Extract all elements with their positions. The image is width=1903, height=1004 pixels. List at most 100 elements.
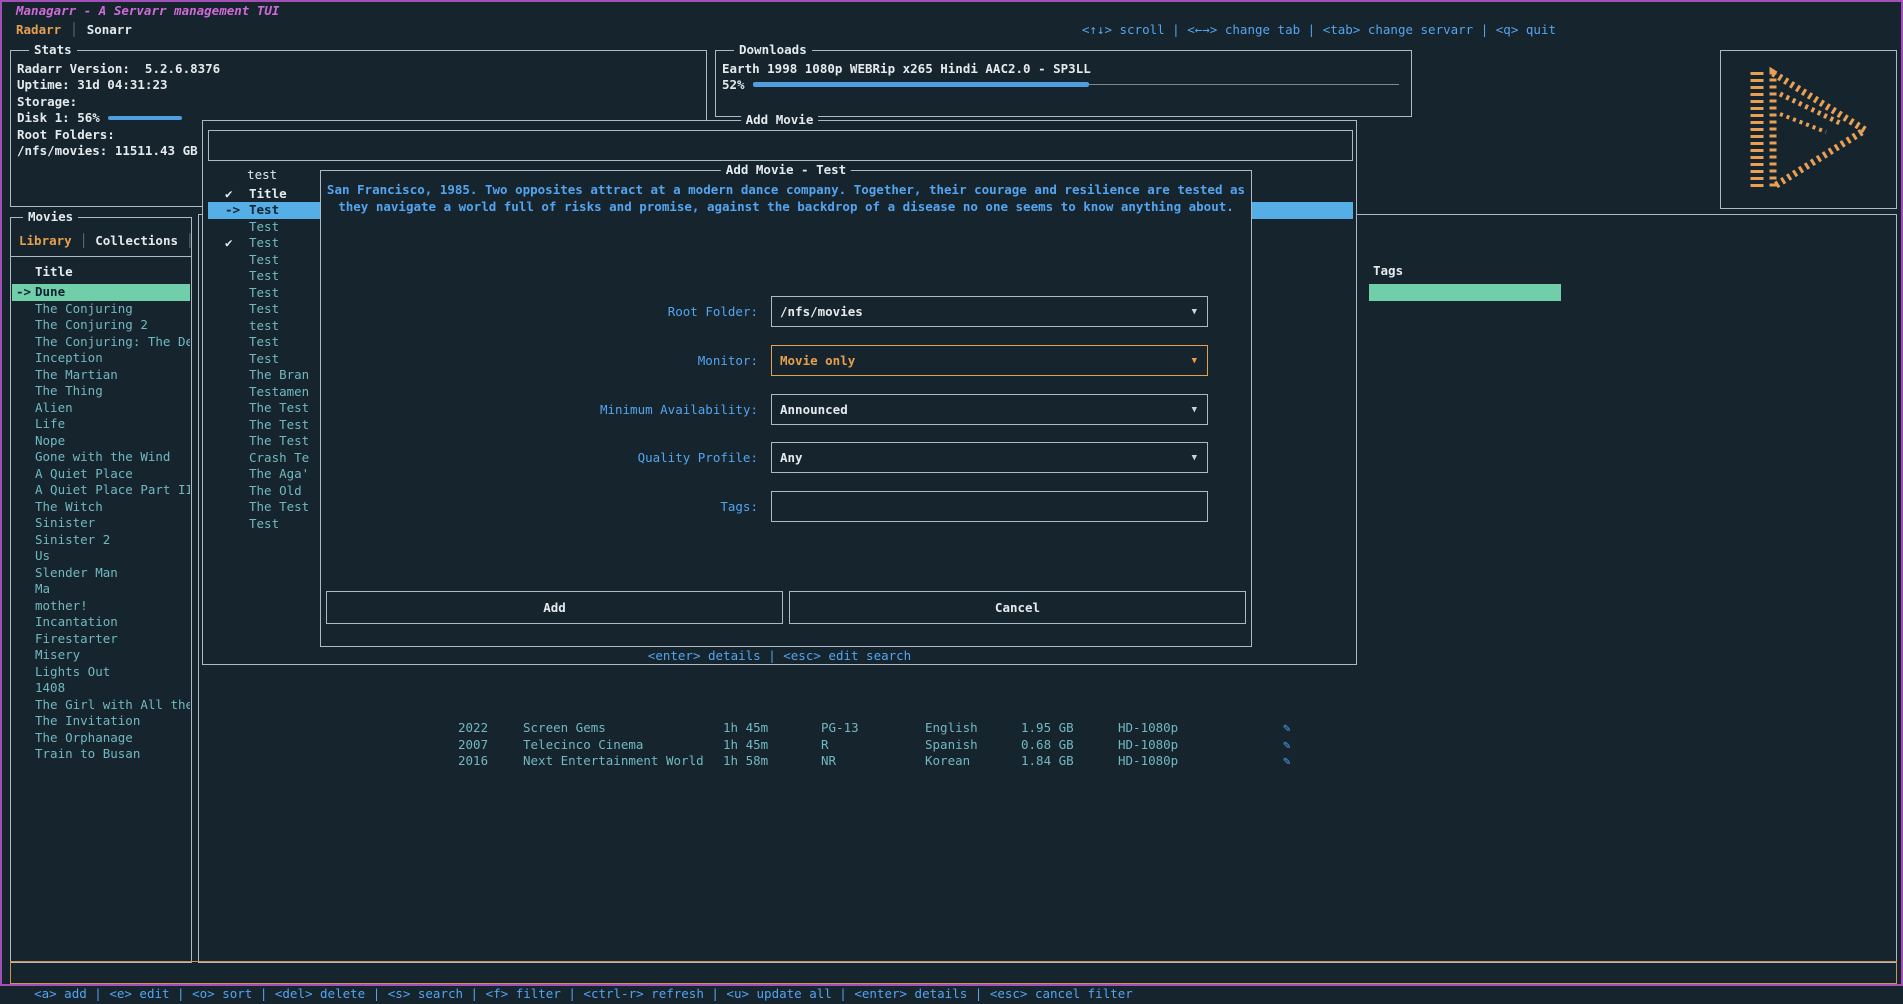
stats-storage-label: Storage:	[17, 94, 698, 110]
download-item-title: Earth 1998 1080p WEBRip x265 Hindi AAC2.…	[722, 61, 1403, 77]
managarr-play-logo-icon	[1744, 60, 1874, 200]
result-title-column-header: Title	[249, 185, 287, 202]
result-title: Test	[249, 235, 279, 252]
downloads-panel-title: Downloads	[734, 42, 812, 57]
movie-title: A Quiet Place	[35, 466, 133, 481]
cancel-button[interactable]: Cancel	[789, 591, 1246, 624]
movie-list-item[interactable]: Slender Man	[12, 565, 190, 582]
add-movie-modal-title: Add Movie - Test	[721, 162, 851, 177]
minimum-availability-label: Minimum Availability:	[321, 402, 758, 417]
root-folder-label: Root Folder:	[321, 304, 758, 319]
movie-list-item[interactable]: The Thing	[12, 383, 190, 400]
quality-profile-value: Any	[772, 450, 803, 465]
movie-title: Sinister	[35, 515, 95, 530]
movie-table-row[interactable]: 2007Telecinco Cinema1h 45mRSpanish0.68 G…	[199, 736, 1896, 753]
movie-search-input[interactable]: test	[208, 130, 1353, 161]
stats-version: Radarr Version: 5.2.6.8376	[17, 61, 698, 77]
movie-list-item[interactable]: Sinister 2	[12, 532, 190, 549]
movie-runtime: 1h 45m	[723, 719, 768, 736]
movie-list-item[interactable]: The Conjuring	[12, 301, 190, 318]
movie-list-item[interactable]: Misery	[12, 647, 190, 664]
result-title: Test	[249, 351, 279, 368]
movie-list-item[interactable]: Nope	[12, 433, 190, 450]
movie-list-item[interactable]: Lights Out	[12, 664, 190, 681]
movie-list-item[interactable]: The Invitation	[12, 713, 190, 730]
root-folder-select[interactable]: /nfs/movies▼	[771, 296, 1208, 327]
movie-list-item[interactable]: Us	[12, 548, 190, 565]
movie-list-item[interactable]: 1408	[12, 680, 190, 697]
movie-overview-line: they navigate a world full of risks and …	[321, 199, 1251, 216]
tabs-divider	[11, 256, 191, 257]
movie-year: 2007	[458, 736, 488, 753]
selected-movie-tags-cell	[1369, 284, 1561, 301]
root-folder-value: /nfs/movies	[772, 304, 863, 319]
movie-list-item[interactable]: Sinister	[12, 515, 190, 532]
movie-list-item[interactable]: mother!	[12, 598, 190, 615]
movie-studio: Screen Gems	[523, 719, 606, 736]
add-button[interactable]: Add	[326, 591, 783, 624]
download-progress-row: 52%	[722, 77, 1403, 93]
tab-separator: │	[186, 232, 194, 249]
result-title: Test	[249, 202, 279, 219]
tab-collections[interactable]: Collections	[95, 232, 178, 249]
monitored-icon: ✎	[1283, 752, 1291, 769]
movie-title: 1408	[35, 680, 65, 695]
movie-table-row[interactable]: 2022Screen Gems1h 45mPG-13English1.95 GB…	[199, 719, 1896, 736]
movie-list-item[interactable]: A Quiet Place	[12, 466, 190, 483]
minimum-availability-select[interactable]: Announced▼	[771, 394, 1208, 425]
result-title: Test	[249, 252, 279, 269]
add-movie-modal: Add Movie - Test San Francisco, 1985. Tw…	[320, 170, 1252, 647]
result-title: The Bran	[249, 367, 309, 384]
movie-overview-line: San Francisco, 1985. Two opposites attra…	[321, 182, 1251, 199]
movie-list-item[interactable]: Firestarter	[12, 631, 190, 648]
monitor-label: Monitor:	[321, 353, 758, 368]
bottom-help-text: <a> add | <e> edit | <o> sort | <del> de…	[34, 986, 1133, 1001]
result-title: Test	[249, 301, 279, 318]
movie-list-item[interactable]: Incantation	[12, 614, 190, 631]
movie-list-item[interactable]: Inception	[12, 350, 190, 367]
minimum-availability-form-row: Minimum Availability: Announced▼	[321, 394, 1251, 425]
tab-radarr[interactable]: Radarr	[16, 21, 61, 38]
movie-title: Life	[35, 416, 65, 431]
movie-list-item[interactable]: The Girl with All the	[12, 697, 190, 714]
tab-library[interactable]: Library	[19, 232, 72, 249]
tags-input[interactable]	[771, 491, 1208, 522]
stats-panel-title: Stats	[29, 42, 77, 57]
movie-title: The Orphanage	[35, 730, 133, 745]
movie-list-item[interactable]: Alien	[12, 400, 190, 417]
result-title: The Test	[249, 400, 309, 417]
downloads-panel: Downloads Earth 1998 1080p WEBRip x265 H…	[715, 50, 1412, 117]
movie-list-item[interactable]: Train to Busan	[12, 746, 190, 763]
top-help-text: <↑↓> scroll | <←→> change tab | <tab> ch…	[1082, 21, 1556, 38]
movie-year: 2016	[458, 752, 488, 769]
movie-list-item[interactable]: ->Dune	[12, 284, 190, 301]
monitor-select[interactable]: Movie only▼	[771, 345, 1208, 376]
download-progress-fill	[753, 82, 1089, 87]
movie-size: 1.95 GB	[1021, 719, 1074, 736]
movie-list-item[interactable]: Gone with the Wind	[12, 449, 190, 466]
movie-list-item[interactable]: The Conjuring: The De	[12, 334, 190, 351]
stats-disk-label: Disk 1: 56%	[17, 110, 100, 126]
quality-profile-select[interactable]: Any ▼	[771, 442, 1208, 473]
movie-table-row[interactable]: 2016Next Entertainment World1h 58mNRKore…	[199, 752, 1896, 769]
selection-arrow-icon: ->	[225, 202, 240, 219]
movie-title: The Witch	[35, 499, 103, 514]
movie-list-item[interactable]: The Martian	[12, 367, 190, 384]
tab-sonarr[interactable]: Sonarr	[87, 21, 132, 38]
movie-list-item[interactable]: Ma	[12, 581, 190, 598]
movie-rating: NR	[821, 752, 836, 769]
movie-list-item[interactable]: The Witch	[12, 499, 190, 516]
movie-title: The Conjuring: The De	[35, 334, 190, 349]
movie-studio: Next Entertainment World	[523, 752, 704, 769]
dropdown-arrow-icon: ▼	[1192, 347, 1197, 376]
movie-list-item[interactable]: The Conjuring 2	[12, 317, 190, 334]
movie-list-item[interactable]: A Quiet Place Part II	[12, 482, 190, 499]
result-title: The Test	[249, 433, 309, 450]
movie-title: Gone with the Wind	[35, 449, 170, 464]
download-percent: 52%	[722, 77, 745, 93]
dropdown-arrow-icon: ▼	[1192, 444, 1197, 473]
movie-rating: PG-13	[821, 719, 859, 736]
movie-list-item[interactable]: The Orphanage	[12, 730, 190, 747]
movie-title: The Thing	[35, 383, 103, 398]
movie-list-item[interactable]: Life	[12, 416, 190, 433]
